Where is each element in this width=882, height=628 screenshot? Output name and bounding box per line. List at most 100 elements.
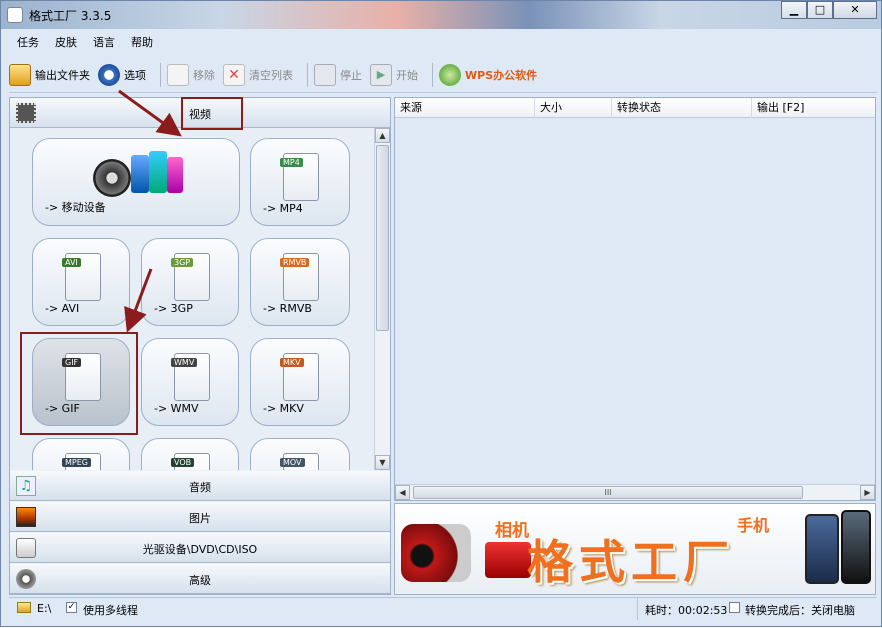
tile-mobile-device[interactable]: -> 移动设备 — [32, 138, 240, 226]
3gp-file-icon: 3GP — [171, 253, 210, 301]
tile-label: -> 移动设备 — [45, 201, 106, 214]
hscroll-thumb[interactable]: III — [413, 486, 803, 499]
menu-language[interactable]: 语言 — [85, 34, 123, 50]
banner-phone-text: 手机 — [737, 516, 770, 535]
output-folder-button[interactable]: 输出文件夹 — [9, 63, 90, 86]
shutdown-checkbox[interactable] — [729, 602, 740, 613]
category-rom-label: 光驱设备\DVD\CD\ISO — [142, 543, 258, 556]
mov-file-icon: MOV — [280, 453, 319, 470]
smartphone-icon — [841, 510, 871, 584]
scroll-thumb[interactable] — [376, 145, 389, 331]
column-status[interactable]: 转换状态 — [612, 98, 752, 118]
tile-mpeg[interactable]: MPEG — [32, 438, 130, 470]
window-title: 格式工厂 3.3.5 — [29, 9, 112, 23]
wps-button[interactable]: WPS办公软件 — [439, 63, 538, 86]
menu-bar: 任务 皮肤 语言 帮助 — [9, 31, 877, 53]
tile-vob[interactable]: VOB — [141, 438, 239, 470]
banner-camera-text: 相机 — [495, 521, 529, 541]
task-list-body[interactable] — [395, 119, 875, 483]
category-audio-header[interactable]: ♫ 音频 — [10, 471, 390, 501]
promo-banner[interactable]: 相机 手机 格式工厂 — [394, 503, 876, 595]
options-label: 选项 — [124, 68, 146, 82]
mp4-file-icon: MP4 — [280, 153, 319, 201]
grid-scrollbar[interactable]: ▲ ▼ — [374, 128, 390, 470]
annotation-box-video — [181, 97, 243, 130]
remove-icon — [167, 63, 189, 86]
start-button[interactable]: ▶ 开始 — [370, 63, 418, 86]
start-label: 开始 — [396, 68, 418, 82]
mpeg-file-icon: MPEG — [62, 453, 101, 470]
status-bar: E:\ ✓ 使用多线程 耗时：00:02:53 转换完成后：关闭电脑 — [9, 597, 877, 620]
toolbar-divider — [160, 62, 161, 87]
avi-file-icon: AVI — [62, 253, 101, 301]
column-size[interactable]: 大小 — [535, 98, 612, 118]
maximize-button[interactable]: □ — [807, 1, 833, 19]
category-advanced-label: 高级 — [189, 574, 211, 587]
scroll-up-button[interactable]: ▲ — [375, 128, 390, 143]
menu-skin[interactable]: 皮肤 — [47, 34, 85, 50]
clear-list-button[interactable]: ✕ 清空列表 — [223, 63, 293, 86]
stop-icon — [314, 63, 336, 86]
remove-button[interactable]: 移除 — [167, 63, 215, 86]
minimize-button[interactable]: ▁ — [781, 1, 807, 19]
multithread-label: 使用多线程 — [83, 604, 138, 617]
options-button[interactable]: 选项 — [98, 63, 146, 86]
tile-avi[interactable]: AVI -> AVI — [32, 238, 130, 326]
wps-icon — [439, 63, 461, 86]
output-folder-label: 输出文件夹 — [35, 68, 90, 82]
wmv-file-icon: WMV — [171, 353, 210, 401]
tile-label: -> MP4 — [263, 202, 303, 215]
list-hscrollbar[interactable]: ◀ III ▶ — [395, 484, 875, 500]
multithread-checkbox[interactable]: ✓ — [66, 602, 77, 613]
category-audio-label: 音频 — [189, 481, 211, 494]
vob-file-icon: VOB — [171, 453, 210, 470]
scroll-right-button[interactable]: ▶ — [860, 485, 875, 500]
tile-rmvb[interactable]: RMVB -> RMVB — [250, 238, 350, 326]
clear-list-icon: ✕ — [223, 63, 245, 86]
wps-label: WPS办公软件 — [465, 68, 538, 82]
shutdown-label: 转换完成后：关闭电脑 — [745, 604, 855, 617]
gear-icon — [98, 63, 120, 86]
mobile-device-icon — [93, 151, 183, 197]
folder-camera-icon — [9, 63, 31, 86]
rmvb-file-icon: RMVB — [280, 253, 319, 301]
category-rom-header[interactable]: 光驱设备\DVD\CD\ISO — [10, 533, 390, 563]
remove-label: 移除 — [193, 68, 215, 82]
status-divider — [637, 598, 638, 620]
tile-mp4[interactable]: MP4 -> MP4 — [250, 138, 350, 226]
scroll-left-button[interactable]: ◀ — [395, 485, 410, 500]
tile-wmv[interactable]: WMV -> WMV — [141, 338, 239, 426]
task-list-header: 来源 大小 转换状态 输出 [F2] — [395, 98, 875, 118]
category-advanced-header[interactable]: 高级 — [10, 564, 390, 594]
menu-task[interactable]: 任务 — [9, 34, 47, 50]
tile-label: -> RMVB — [263, 302, 312, 315]
drive-path[interactable]: E:\ — [37, 602, 51, 615]
app-logo-icon — [7, 7, 23, 23]
menu-help[interactable]: 帮助 — [123, 34, 161, 50]
camcorder-icon — [401, 524, 471, 582]
annotation-box-gif — [20, 332, 138, 435]
tile-mkv[interactable]: MKV -> MKV — [250, 338, 350, 426]
column-source[interactable]: 来源 — [395, 98, 535, 118]
title-bar[interactable]: 格式工厂 3.3.5 ▁ □ ✕ — [1, 1, 881, 29]
banner-brand-text: 格式工厂 — [527, 535, 735, 589]
tile-label: -> WMV — [154, 402, 199, 415]
tile-label: -> 3GP — [154, 302, 193, 315]
scroll-down-button[interactable]: ▼ — [375, 455, 390, 470]
app-window: 格式工厂 3.3.5 ▁ □ ✕ 任务 皮肤 语言 帮助 输出文件夹 选项 移除… — [0, 0, 882, 627]
elapsed-time: 耗时：00:02:53 — [645, 604, 728, 617]
category-picture-header[interactable]: 图片 — [10, 502, 390, 532]
stop-label: 停止 — [340, 68, 362, 82]
drive-icon — [17, 602, 31, 613]
tile-mov[interactable]: MOV — [250, 438, 350, 470]
toolbar: 输出文件夹 选项 移除 ✕ 清空列表 停止 ▶ 开始 WPS办公软件 — [9, 57, 877, 93]
smartphone-icon — [805, 514, 839, 584]
clear-list-label: 清空列表 — [249, 68, 293, 82]
tile-label: -> AVI — [45, 302, 80, 315]
stop-button[interactable]: 停止 — [314, 63, 362, 86]
tile-3gp[interactable]: 3GP -> 3GP — [141, 238, 239, 326]
category-picture-label: 图片 — [189, 512, 211, 525]
column-output[interactable]: 输出 [F2] — [752, 98, 875, 118]
camera-icon — [485, 542, 531, 578]
close-button[interactable]: ✕ — [833, 1, 877, 19]
